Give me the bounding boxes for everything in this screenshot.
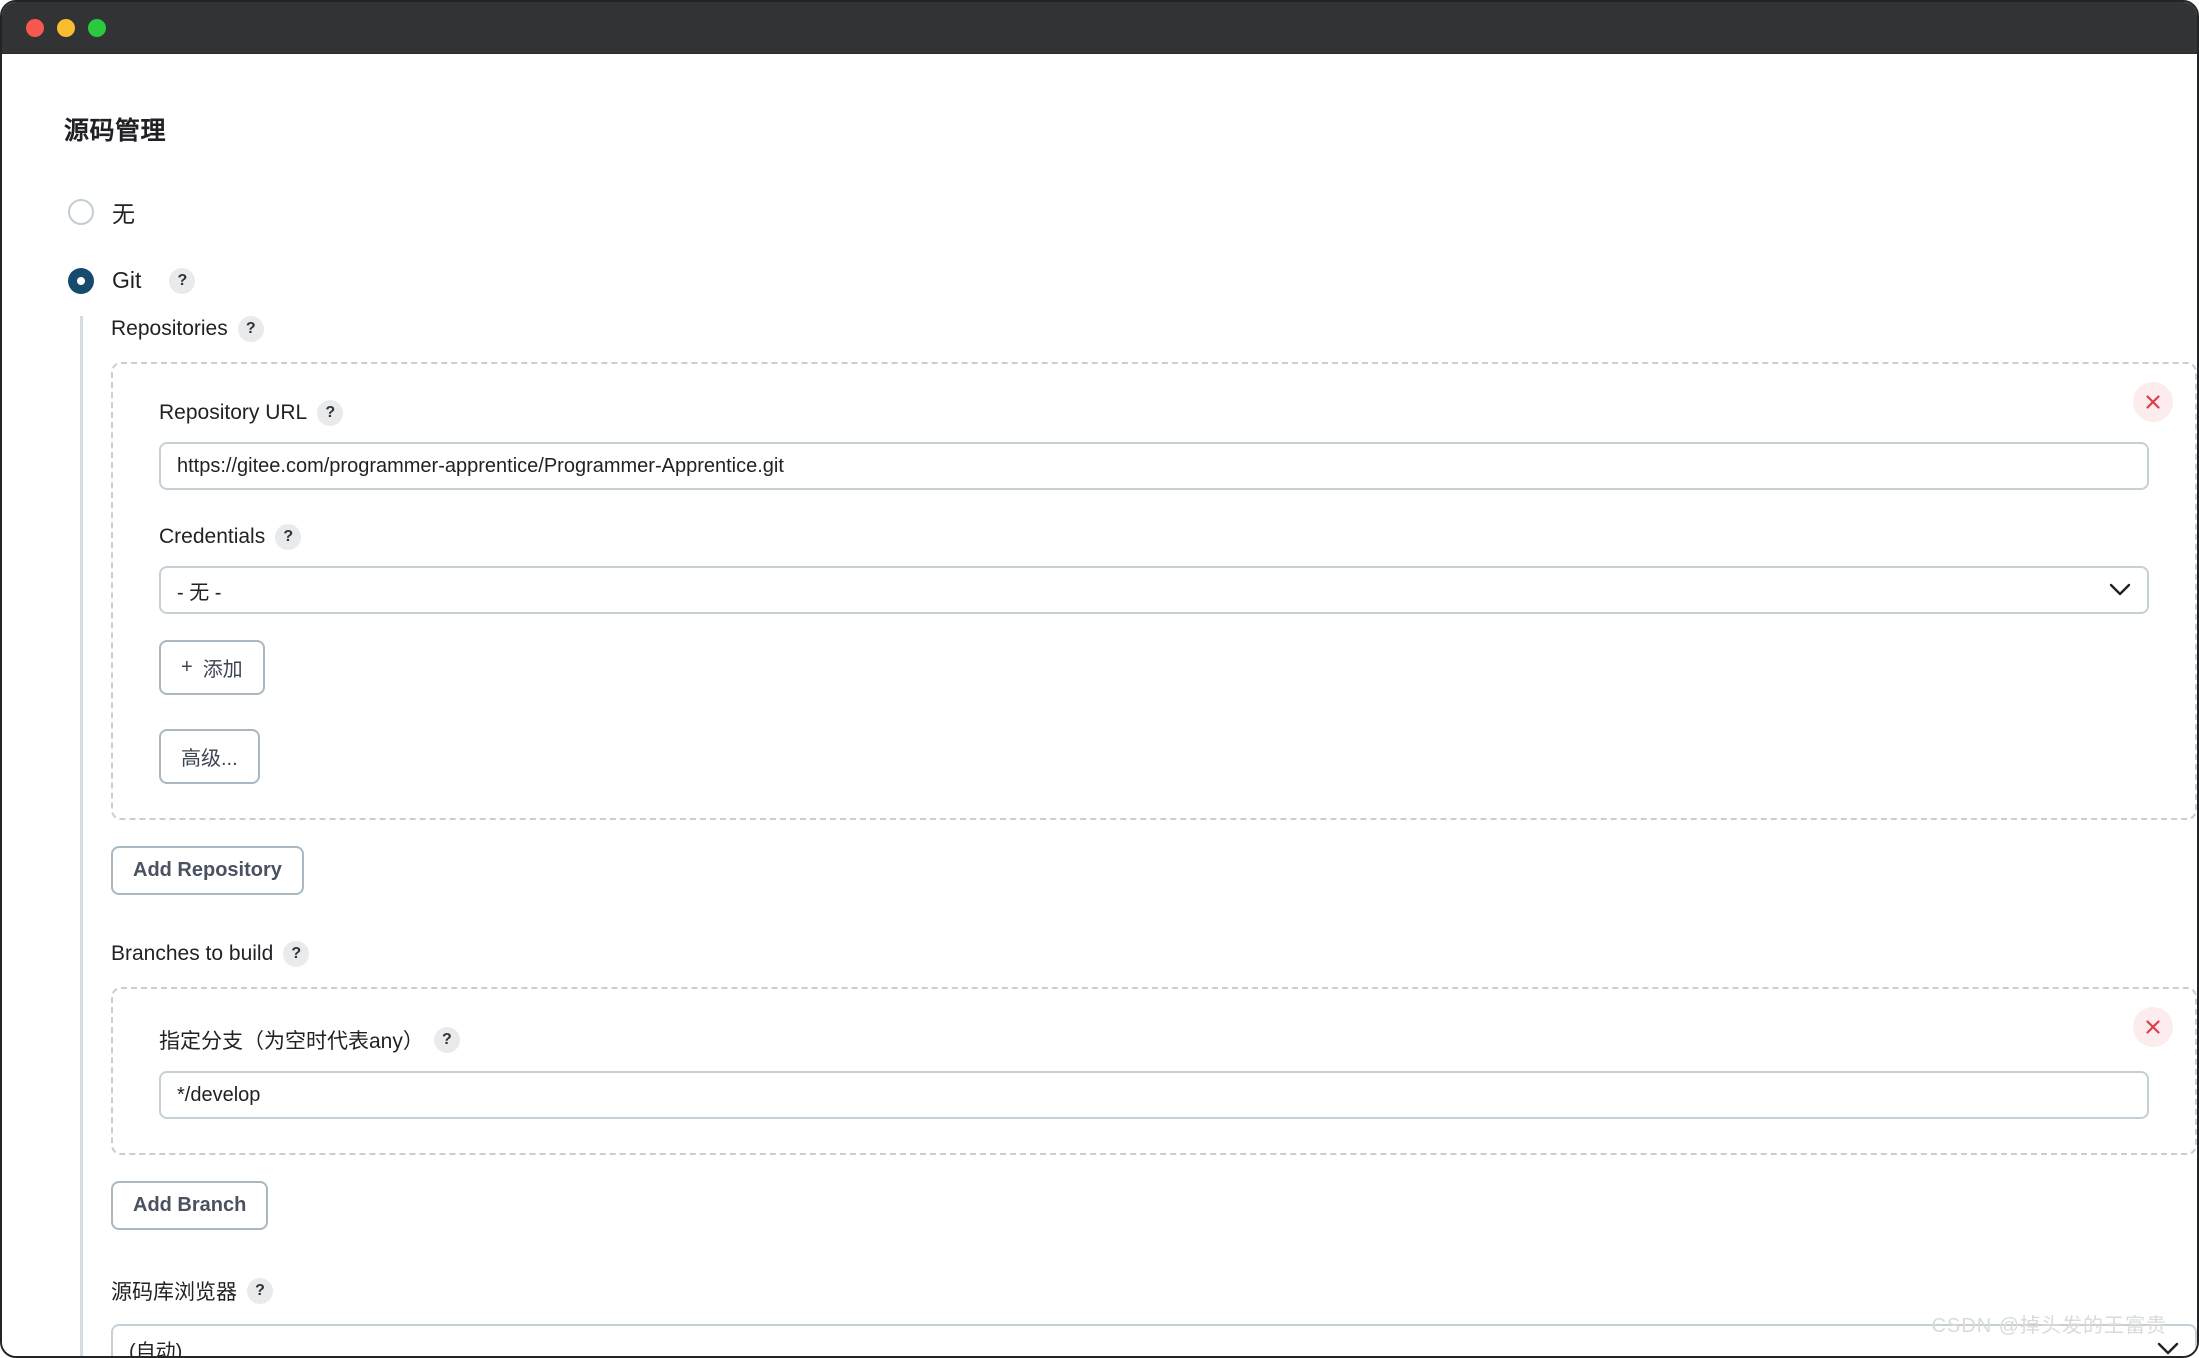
add-branch-row: Add Branch (111, 1181, 2197, 1230)
branches-label-row: Branches to build ? (111, 941, 2197, 967)
add-credential-label: 添加 (202, 659, 243, 681)
window-titlebar (2, 2, 2197, 54)
page-title: 源码管理 (64, 117, 167, 145)
add-repository-row: Add Repository (111, 846, 2197, 895)
help-icon-repo-browser[interactable]: ? (247, 1278, 273, 1304)
help-icon-credentials[interactable]: ? (275, 524, 302, 550)
repositories-label: Repositories (111, 317, 228, 340)
radio-git-label: Git (112, 267, 142, 293)
radio-none[interactable] (68, 199, 94, 225)
scm-option-none[interactable]: 无 (68, 195, 2197, 229)
close-icon (2146, 395, 2160, 409)
maximize-window-button[interactable] (88, 18, 106, 37)
watermark: CSDN @掉头发的王富贵 (1931, 1315, 2167, 1337)
advanced-button[interactable]: 高级... (159, 729, 260, 784)
remove-repository-button[interactable] (2133, 382, 2173, 422)
scm-option-git[interactable]: Git ? (68, 267, 2197, 294)
app-window: 源码管理 无 Git ? Repositories ? Repository U… (0, 0, 2199, 1358)
help-icon-git[interactable]: ? (169, 267, 196, 294)
page-content: 源码管理 无 Git ? Repositories ? Repository U… (2, 54, 2197, 1356)
repository-url-label-row: Repository URL ? (159, 400, 2171, 426)
help-icon-repository-url[interactable]: ? (317, 400, 344, 426)
add-credential-button[interactable]: + 添加 (159, 640, 265, 695)
repo-browser-label: 源码库浏览器 (111, 1281, 237, 1304)
remove-branch-button[interactable] (2133, 1007, 2173, 1047)
add-repository-button[interactable]: Add Repository (111, 846, 304, 895)
repository-url-input[interactable] (159, 442, 2149, 490)
branch-specifier-label-row: 指定分支（为空时代表any） ? (159, 1025, 2171, 1055)
credentials-select[interactable] (159, 566, 2149, 614)
close-window-button[interactable] (26, 18, 44, 37)
repositories-label-row: Repositories ? (111, 316, 2197, 342)
branch-entry: 指定分支（为空时代表any） ? (111, 987, 2197, 1155)
branch-specifier-label: 指定分支（为空时代表any） (159, 1030, 424, 1053)
credentials-label-row: Credentials ? (159, 524, 2171, 550)
credentials-label: Credentials (159, 525, 266, 548)
add-credential-row: + 添加 (159, 640, 2171, 695)
repo-browser-label-row: 源码库浏览器 ? (111, 1276, 2197, 1306)
help-icon-branch-specifier[interactable]: ? (433, 1027, 460, 1053)
repo-browser-select[interactable] (111, 1324, 2197, 1356)
branches-label: Branches to build (111, 942, 274, 965)
minimize-window-button[interactable] (57, 18, 75, 37)
plus-icon: + (181, 656, 193, 678)
repository-url-label: Repository URL (159, 401, 308, 424)
close-icon (2146, 1020, 2160, 1034)
radio-git[interactable] (68, 267, 94, 294)
repo-browser-select-wrap (111, 1324, 2197, 1356)
help-icon-branches[interactable]: ? (283, 941, 310, 967)
radio-none-label: 无 (112, 201, 135, 227)
credentials-select-wrap (159, 566, 2149, 614)
advanced-row: 高级... (159, 729, 2171, 784)
repository-entry: Repository URL ? Credentials ? + (111, 362, 2197, 820)
help-icon-repositories[interactable]: ? (237, 316, 264, 342)
add-branch-button[interactable]: Add Branch (111, 1181, 269, 1230)
git-settings-block: Repositories ? Repository URL ? Credenti… (80, 316, 2197, 1356)
branch-specifier-input[interactable] (159, 1071, 2149, 1119)
